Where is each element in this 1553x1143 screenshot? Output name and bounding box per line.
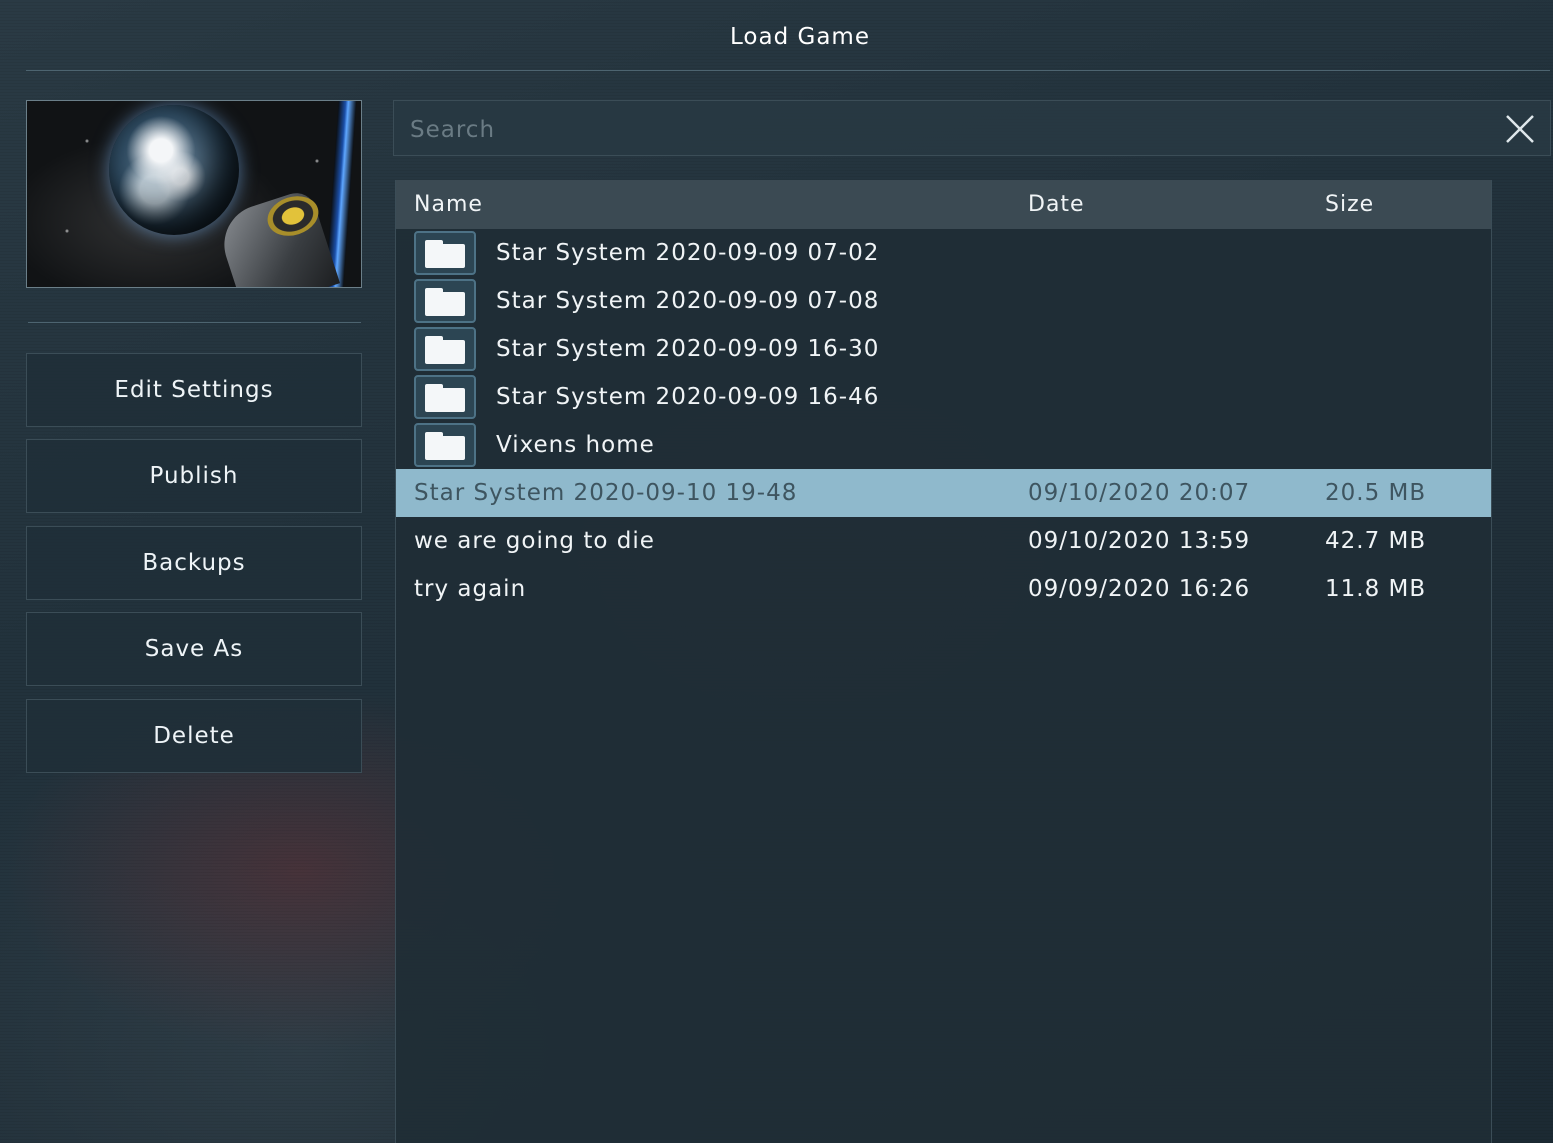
save-name: try again — [414, 576, 527, 602]
folder-row[interactable]: Star System 2020-09-09 07-08 — [396, 277, 1491, 325]
search-input[interactable] — [408, 109, 1492, 151]
save-date: 09/10/2020 20:07 — [1028, 480, 1251, 506]
save-size: 42.7 MB — [1325, 528, 1427, 554]
publish-button[interactable]: Publish — [26, 439, 362, 513]
save-date: 09/10/2020 13:59 — [1028, 528, 1251, 554]
column-header-size[interactable]: Size — [1325, 192, 1374, 217]
save-as-button[interactable]: Save As — [26, 612, 362, 686]
folder-icon — [414, 375, 476, 419]
folder-name: Star System 2020-09-09 16-46 — [496, 384, 880, 410]
save-list: Name Date Size Star System 2020-09-09 07… — [395, 180, 1492, 1143]
title-divider — [26, 70, 1550, 71]
backups-button[interactable]: Backups — [26, 526, 362, 600]
dialog-title: Load Game — [730, 24, 870, 50]
folder-row[interactable]: Star System 2020-09-09 07-02 — [396, 229, 1491, 277]
save-row[interactable]: try again 09/09/2020 16:26 11.8 MB — [396, 565, 1491, 613]
folder-name: Vixens home — [496, 432, 655, 458]
folder-name: Star System 2020-09-09 16-30 — [496, 336, 880, 362]
close-icon[interactable] — [1504, 113, 1536, 145]
save-name: we are going to die — [414, 528, 655, 554]
folder-name: Star System 2020-09-09 07-02 — [496, 240, 880, 266]
delete-button[interactable]: Delete — [26, 699, 362, 773]
save-row-selected[interactable]: Star System 2020-09-10 19-48 09/10/2020 … — [396, 469, 1491, 517]
save-preview-thumbnail — [26, 100, 362, 288]
folder-name: Star System 2020-09-09 07-08 — [496, 288, 880, 314]
save-size: 20.5 MB — [1325, 480, 1427, 506]
left-divider — [28, 322, 361, 323]
save-date: 09/09/2020 16:26 — [1028, 576, 1251, 602]
save-name: Star System 2020-09-10 19-48 — [414, 480, 798, 506]
save-row[interactable]: we are going to die 09/10/2020 13:59 42.… — [396, 517, 1491, 565]
folder-row[interactable]: Star System 2020-09-09 16-30 — [396, 325, 1491, 373]
save-size: 11.8 MB — [1325, 576, 1427, 602]
folder-row[interactable]: Vixens home — [396, 421, 1491, 469]
list-header: Name Date Size — [396, 180, 1491, 229]
column-header-name[interactable]: Name — [414, 192, 483, 217]
folder-icon — [414, 423, 476, 467]
planet-image — [109, 105, 239, 235]
search-bar — [393, 100, 1551, 156]
folder-row[interactable]: Star System 2020-09-09 16-46 — [396, 373, 1491, 421]
edit-settings-button[interactable]: Edit Settings — [26, 353, 362, 427]
folder-icon — [414, 327, 476, 371]
folder-icon — [414, 231, 476, 275]
folder-icon — [414, 279, 476, 323]
column-header-date[interactable]: Date — [1028, 192, 1085, 217]
